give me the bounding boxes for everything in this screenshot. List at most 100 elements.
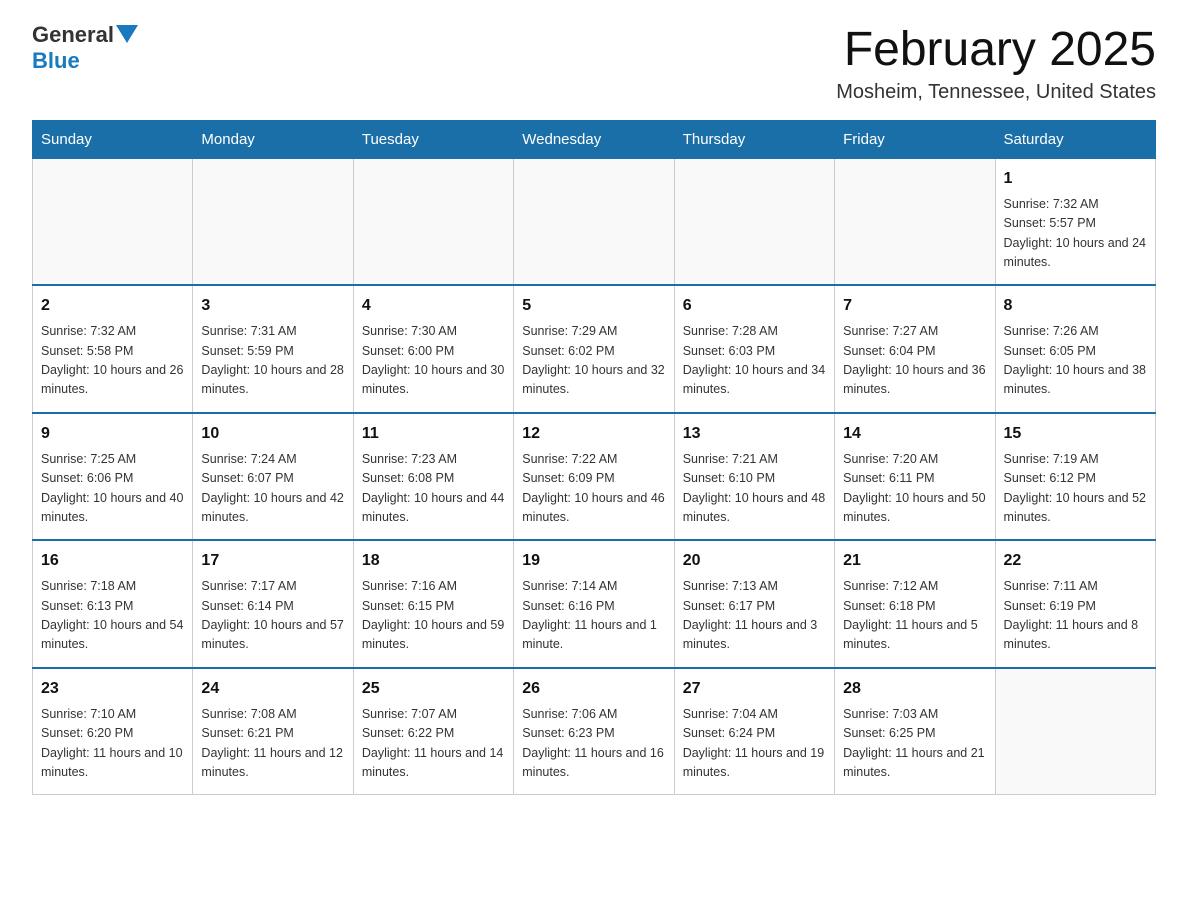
calendar-cell-w5-d6: 28 Sunrise: 7:03 AMSunset: 6:25 PMDayligh… — [835, 668, 995, 795]
calendar-cell-w1-d4 — [514, 158, 674, 285]
day-number: 7 — [843, 294, 986, 318]
calendar-week-3: 9 Sunrise: 7:25 AMSunset: 6:06 PMDaylight… — [33, 413, 1156, 541]
day-info: Sunrise: 7:27 AMSunset: 6:04 PMDaylight:… — [843, 322, 986, 400]
day-number: 5 — [522, 294, 665, 318]
calendar-cell-w3-d5: 13 Sunrise: 7:21 AMSunset: 6:10 PMDayligh… — [674, 413, 834, 541]
calendar-week-2: 2 Sunrise: 7:32 AMSunset: 5:58 PMDaylight… — [33, 285, 1156, 413]
day-number: 12 — [522, 422, 665, 446]
calendar-cell-w5-d3: 25Sunrise: 7:07 AMSunset: 6:22 PMDayligh… — [353, 668, 513, 795]
day-number: 14 — [843, 422, 986, 446]
calendar-cell-w3-d4: 12 Sunrise: 7:22 AMSunset: 6:09 PMDayligh… — [514, 413, 674, 541]
header-saturday: Saturday — [995, 120, 1155, 158]
calendar-week-4: 16 Sunrise: 7:18 AMSunset: 6:13 PMDayligh… — [33, 540, 1156, 668]
calendar-cell-w1-d1 — [33, 158, 193, 285]
day-info: Sunrise: 7:10 AMSunset: 6:20 PMDaylight:… — [41, 705, 184, 783]
day-number: 24 — [201, 677, 344, 701]
calendar-cell-w5-d4: 26Sunrise: 7:06 AMSunset: 6:23 PMDayligh… — [514, 668, 674, 795]
day-number: 11 — [362, 422, 505, 446]
day-info: Sunrise: 7:21 AMSunset: 6:10 PMDaylight:… — [683, 450, 826, 528]
calendar-cell-w1-d2 — [193, 158, 353, 285]
day-number: 22 — [1004, 549, 1147, 573]
calendar-cell-w5-d7 — [995, 668, 1155, 795]
calendar-week-5: 23 Sunrise: 7:10 AMSunset: 6:20 PMDayligh… — [33, 668, 1156, 795]
calendar-cell-w1-d3 — [353, 158, 513, 285]
logo-triangle-icon — [116, 25, 138, 43]
day-info: Sunrise: 7:28 AMSunset: 6:03 PMDaylight:… — [683, 322, 826, 400]
day-info: Sunrise: 7:26 AMSunset: 6:05 PMDaylight:… — [1004, 322, 1147, 400]
calendar-cell-w2-d1: 2 Sunrise: 7:32 AMSunset: 5:58 PMDaylight… — [33, 285, 193, 413]
calendar-cell-w3-d1: 9 Sunrise: 7:25 AMSunset: 6:06 PMDaylight… — [33, 413, 193, 541]
day-info: Sunrise: 7:07 AMSunset: 6:22 PMDaylight:… — [362, 705, 505, 783]
day-number: 16 — [41, 549, 184, 573]
day-number: 23 — [41, 677, 184, 701]
calendar-cell-w4-d4: 19 Sunrise: 7:14 AMSunset: 6:16 PMDayligh… — [514, 540, 674, 668]
calendar-cell-w3-d6: 14 Sunrise: 7:20 AMSunset: 6:11 PMDayligh… — [835, 413, 995, 541]
day-number: 13 — [683, 422, 826, 446]
day-info: Sunrise: 7:18 AMSunset: 6:13 PMDaylight:… — [41, 577, 184, 655]
day-number: 26 — [522, 677, 665, 701]
calendar-cell-w4-d5: 20Sunrise: 7:13 AMSunset: 6:17 PMDayligh… — [674, 540, 834, 668]
calendar-cell-w1-d5 — [674, 158, 834, 285]
day-info: Sunrise: 7:12 AMSunset: 6:18 PMDaylight:… — [843, 577, 986, 655]
day-number: 4 — [362, 294, 505, 318]
calendar-table: Sunday Monday Tuesday Wednesday Thursday… — [32, 120, 1156, 796]
day-info: Sunrise: 7:03 AMSunset: 6:25 PMDaylight:… — [843, 705, 986, 783]
logo-general-text: General — [32, 24, 114, 46]
calendar-cell-w5-d5: 27 Sunrise: 7:04 AMSunset: 6:24 PMDayligh… — [674, 668, 834, 795]
calendar-cell-w2-d3: 4Sunrise: 7:30 AMSunset: 6:00 PMDaylight… — [353, 285, 513, 413]
day-info: Sunrise: 7:14 AMSunset: 6:16 PMDaylight:… — [522, 577, 665, 655]
day-number: 18 — [362, 549, 505, 573]
calendar-cell-w4-d2: 17 Sunrise: 7:17 AMSunset: 6:14 PMDayligh… — [193, 540, 353, 668]
day-number: 8 — [1004, 294, 1147, 318]
calendar-cell-w4-d7: 22Sunrise: 7:11 AMSunset: 6:19 PMDayligh… — [995, 540, 1155, 668]
calendar-cell-w3-d7: 15Sunrise: 7:19 AMSunset: 6:12 PMDayligh… — [995, 413, 1155, 541]
calendar-subtitle: Mosheim, Tennessee, United States — [836, 81, 1156, 104]
calendar-week-1: 1 Sunrise: 7:32 AMSunset: 5:57 PMDaylight… — [33, 158, 1156, 285]
header-wednesday: Wednesday — [514, 120, 674, 158]
day-number: 6 — [683, 294, 826, 318]
day-info: Sunrise: 7:24 AMSunset: 6:07 PMDaylight:… — [201, 450, 344, 528]
header-sunday: Sunday — [33, 120, 193, 158]
calendar-cell-w2-d5: 6 Sunrise: 7:28 AMSunset: 6:03 PMDaylight… — [674, 285, 834, 413]
day-info: Sunrise: 7:25 AMSunset: 6:06 PMDaylight:… — [41, 450, 184, 528]
day-number: 28 — [843, 677, 986, 701]
day-number: 21 — [843, 549, 986, 573]
day-info: Sunrise: 7:32 AMSunset: 5:58 PMDaylight:… — [41, 322, 184, 400]
day-number: 2 — [41, 294, 184, 318]
day-info: Sunrise: 7:19 AMSunset: 6:12 PMDaylight:… — [1004, 450, 1147, 528]
calendar-cell-w1-d6 — [835, 158, 995, 285]
day-info: Sunrise: 7:22 AMSunset: 6:09 PMDaylight:… — [522, 450, 665, 528]
calendar-header-row: Sunday Monday Tuesday Wednesday Thursday… — [33, 120, 1156, 158]
day-number: 20 — [683, 549, 826, 573]
day-number: 1 — [1004, 167, 1147, 191]
day-info: Sunrise: 7:04 AMSunset: 6:24 PMDaylight:… — [683, 705, 826, 783]
header-monday: Monday — [193, 120, 353, 158]
calendar-cell-w4-d6: 21 Sunrise: 7:12 AMSunset: 6:18 PMDayligh… — [835, 540, 995, 668]
day-number: 17 — [201, 549, 344, 573]
day-info: Sunrise: 7:23 AMSunset: 6:08 PMDaylight:… — [362, 450, 505, 528]
logo-blue-text: Blue — [32, 48, 80, 74]
calendar-cell-w2-d2: 3Sunrise: 7:31 AMSunset: 5:59 PMDaylight… — [193, 285, 353, 413]
day-number: 19 — [522, 549, 665, 573]
calendar-cell-w4-d3: 18Sunrise: 7:16 AMSunset: 6:15 PMDayligh… — [353, 540, 513, 668]
calendar-title: February 2025 — [836, 24, 1156, 77]
calendar-cell-w2-d6: 7 Sunrise: 7:27 AMSunset: 6:04 PMDaylight… — [835, 285, 995, 413]
day-number: 10 — [201, 422, 344, 446]
day-number: 9 — [41, 422, 184, 446]
day-info: Sunrise: 7:20 AMSunset: 6:11 PMDaylight:… — [843, 450, 986, 528]
title-block: February 2025 Mosheim, Tennessee, United… — [836, 24, 1156, 104]
calendar-cell-w5-d2: 24 Sunrise: 7:08 AMSunset: 6:21 PMDayligh… — [193, 668, 353, 795]
header-tuesday: Tuesday — [353, 120, 513, 158]
logo: General Blue — [32, 24, 138, 74]
calendar-cell-w5-d1: 23 Sunrise: 7:10 AMSunset: 6:20 PMDayligh… — [33, 668, 193, 795]
calendar-cell-w3-d2: 10 Sunrise: 7:24 AMSunset: 6:07 PMDayligh… — [193, 413, 353, 541]
calendar-cell-w4-d1: 16 Sunrise: 7:18 AMSunset: 6:13 PMDayligh… — [33, 540, 193, 668]
calendar-cell-w3-d3: 11 Sunrise: 7:23 AMSunset: 6:08 PMDayligh… — [353, 413, 513, 541]
calendar-cell-w2-d4: 5Sunrise: 7:29 AMSunset: 6:02 PMDaylight… — [514, 285, 674, 413]
day-info: Sunrise: 7:17 AMSunset: 6:14 PMDaylight:… — [201, 577, 344, 655]
header-thursday: Thursday — [674, 120, 834, 158]
day-number: 27 — [683, 677, 826, 701]
day-info: Sunrise: 7:08 AMSunset: 6:21 PMDaylight:… — [201, 705, 344, 783]
day-info: Sunrise: 7:32 AMSunset: 5:57 PMDaylight:… — [1004, 195, 1147, 273]
day-number: 3 — [201, 294, 344, 318]
